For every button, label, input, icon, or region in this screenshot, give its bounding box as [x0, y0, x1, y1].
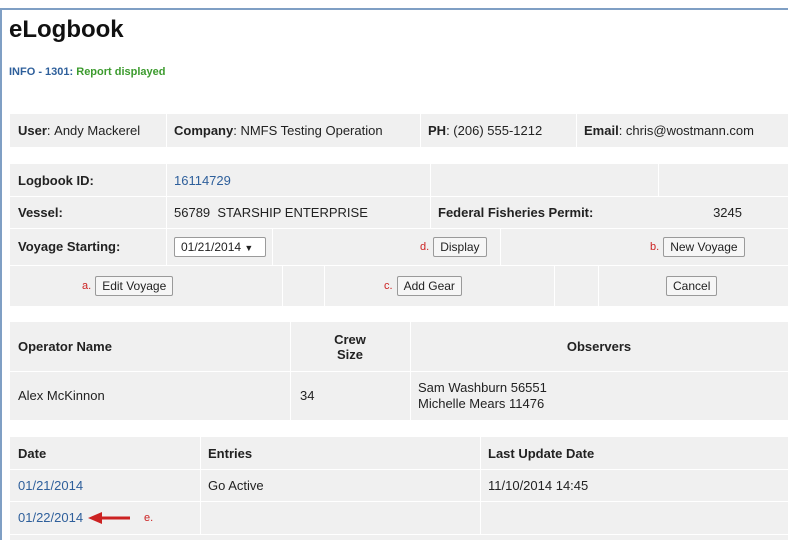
- chevron-down-icon: ▼: [244, 242, 254, 253]
- email-cell: Email: chris@wostmann.com: [584, 123, 754, 138]
- phone-cell: PH: (206) 555-1212: [428, 123, 543, 138]
- entry-date-cell: 01/22/2014 e.: [10, 501, 200, 534]
- entry-text: Go Active: [208, 477, 264, 493]
- email-value: chris@wostmann.com: [625, 123, 754, 138]
- info-text: Report displayed: [76, 66, 166, 78]
- observers-list: Sam Washburn 56551 Michelle Mears 11476: [410, 371, 788, 420]
- logbook-id-label: Logbook ID:: [18, 172, 94, 188]
- voyage-label: Voyage Starting:: [18, 239, 121, 254]
- entry-last-update: [480, 501, 788, 534]
- info-message: INFO - 1301: Report displayed: [9, 66, 166, 78]
- date-header: Date: [18, 445, 47, 461]
- vessel-value: 56789 STARSHIP ENTERPRISE: [174, 204, 368, 220]
- annotation-d: d.: [420, 240, 430, 253]
- permit-label: Federal Fisheries Permit:: [438, 204, 594, 220]
- operator-name: Alex McKinnon: [18, 388, 105, 403]
- edit-voyage-cell: a. Edit Voyage: [10, 265, 282, 306]
- new-voyage-button[interactable]: New Voyage: [663, 236, 745, 257]
- user-info-bar: User: Andy Mackerel Company: NMFS Testin…: [10, 114, 788, 147]
- observer-item: Michelle Mears 11476: [418, 395, 545, 411]
- window-frame-left: [0, 8, 2, 540]
- crew-header-row: Operator Name Crew Size Observers: [10, 322, 788, 371]
- email-label: Email: [584, 123, 619, 138]
- entry-text: [200, 501, 480, 534]
- annotation-b: b.: [650, 240, 660, 253]
- entries-header: Entries: [208, 445, 253, 461]
- permit-value: 3245: [713, 204, 742, 220]
- arrow-left-icon: [88, 512, 130, 524]
- company-cell: Company: NMFS Testing Operation: [174, 123, 383, 138]
- annotation-a: a.: [82, 279, 92, 292]
- voyage-select-value: 01/21/2014: [181, 239, 242, 254]
- table-row: 01/22/2014 e.: [10, 501, 788, 534]
- user-label: User: [18, 123, 47, 138]
- logbook-id-link[interactable]: 16114729: [166, 164, 430, 196]
- crew-size: 34: [300, 388, 315, 403]
- vessel-row: Vessel: 56789 STARSHIP ENTERPRISE Federa…: [10, 196, 788, 228]
- phone-value: (206) 555-1212: [453, 123, 543, 138]
- annotation-c: c.: [384, 279, 393, 292]
- edit-voyage-button[interactable]: Edit Voyage: [95, 275, 174, 296]
- operator-header: Operator Name: [18, 339, 112, 354]
- page-title: eLogbook: [9, 16, 124, 43]
- voyage-select-cell: 01/21/2014 ▼: [166, 228, 286, 265]
- info-code: INFO - 1301:: [9, 66, 74, 78]
- table-row: 01/21/2014 Go Active 11/10/2014 14:45: [10, 469, 788, 501]
- cancel-button[interactable]: Cancel: [666, 275, 718, 296]
- company-value: NMFS Testing Operation: [240, 123, 383, 138]
- crew-size-header-line1: Crew: [334, 331, 366, 347]
- action-row: a. Edit Voyage c. Add Gear Cancel: [10, 265, 788, 306]
- add-gear-cell: c. Add Gear: [324, 265, 554, 306]
- new-voyage-cell: b. New Voyage: [638, 228, 788, 265]
- observers-header: Observers: [566, 339, 632, 354]
- user-value: Andy Mackerel: [54, 123, 141, 138]
- company-label: Company: [174, 123, 234, 138]
- add-gear-button[interactable]: Add Gear: [396, 275, 462, 296]
- last-update-header: Last Update Date: [488, 445, 595, 461]
- display-cell: d. Display: [410, 228, 590, 265]
- display-button[interactable]: Display: [433, 236, 487, 257]
- crew-data-row: Alex McKinnon 34 Sam Washburn 56551 Mich…: [10, 371, 788, 420]
- entry-date-link[interactable]: 01/22/2014: [18, 510, 83, 525]
- crew-size-header-line2: Size: [336, 346, 363, 362]
- entry-date-link[interactable]: 01/21/2014: [10, 469, 200, 501]
- window-frame-top: [0, 8, 788, 10]
- annotation-e: e.: [144, 511, 154, 524]
- observer-item: Sam Washburn 56551: [418, 379, 547, 395]
- voyage-row: Voyage Starting: 01/21/2014 ▼ d. Display…: [10, 228, 788, 265]
- phone-label: PH: [428, 123, 447, 138]
- entries-header-row: Date Entries Last Update Date: [10, 437, 788, 469]
- cancel-cell: Cancel: [598, 265, 788, 306]
- vessel-label: Vessel:: [18, 204, 63, 220]
- entry-last-update: 11/10/2014 14:45: [488, 477, 589, 493]
- crew-size-header: Crew Size: [290, 322, 410, 371]
- user-cell: User: Andy Mackerel: [18, 123, 141, 138]
- logbook-id-row: Logbook ID: 16114729: [10, 164, 788, 196]
- voyage-select[interactable]: 01/21/2014 ▼: [174, 236, 266, 257]
